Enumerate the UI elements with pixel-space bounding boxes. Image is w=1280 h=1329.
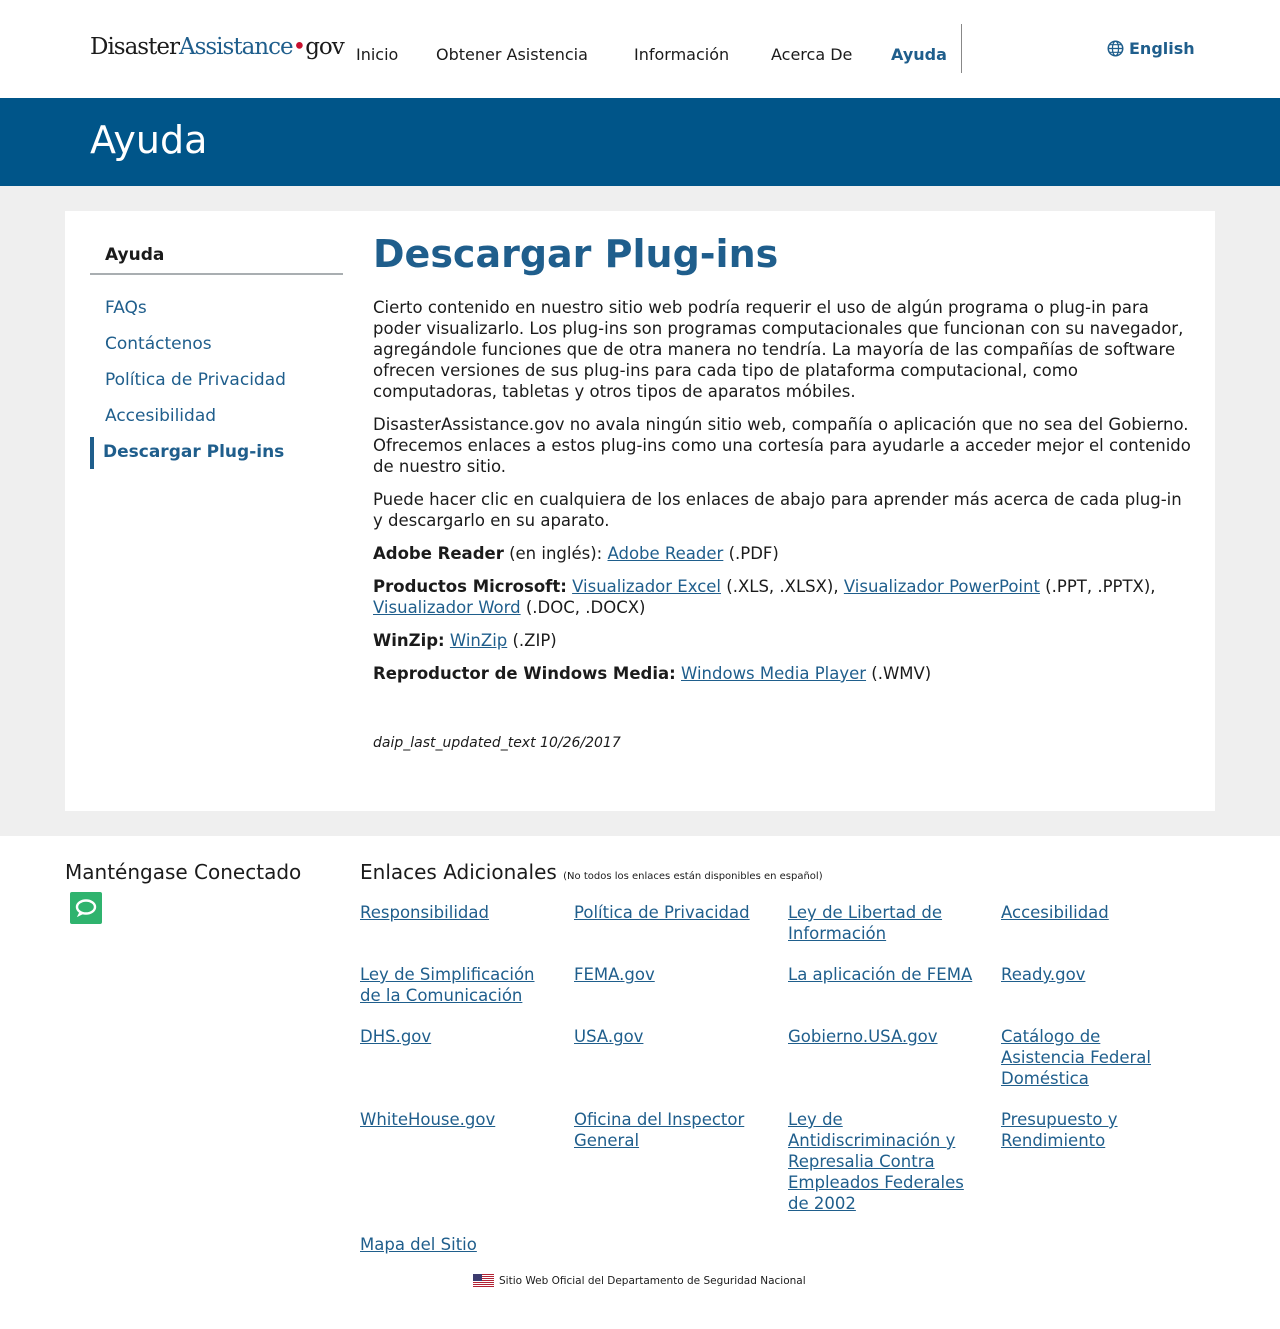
plugin-adobe: Adobe Reader (en inglés): Adobe Reader (… (373, 543, 1193, 564)
footer-connected-title: Manténgase Conectado (65, 860, 302, 884)
footer-link-fema-app[interactable]: La aplicación de FEMA (788, 964, 988, 985)
winzip-link[interactable]: WinZip (450, 631, 507, 650)
sidebar-divider (90, 273, 343, 275)
adobe-reader-link[interactable]: Adobe Reader (607, 544, 723, 563)
footer-links-title: Enlaces Adicionales (No todos los enlace… (360, 860, 823, 884)
disclaimer-paragraph: DisasterAssistance.gov no avala ningún s… (373, 415, 1191, 476)
footer-link-accesibilidad[interactable]: Accesibilidad (1001, 902, 1191, 923)
plugin-adobe-label: Adobe Reader (373, 544, 504, 563)
language-toggle[interactable]: English (1107, 39, 1195, 58)
winzip-ext: (.ZIP) (507, 631, 557, 650)
sidebar-item-faqs[interactable]: FAQs (105, 298, 147, 318)
logo-text-assistance: Assistance (178, 34, 294, 60)
word-ext: (.DOC, .DOCX) (520, 598, 646, 617)
word-viewer-link[interactable]: Visualizador Word (373, 598, 521, 617)
footer-link-presupuesto[interactable]: Presupuesto y Rendimiento (1001, 1109, 1151, 1151)
logo-text-gov: gov (305, 34, 345, 60)
footer-link-whitehouse[interactable]: WhiteHouse.gov (360, 1109, 550, 1130)
sidebar-title: Ayuda (105, 245, 165, 265)
footer-link-dhs[interactable]: DHS.gov (360, 1026, 550, 1047)
footer-links-heading: Enlaces Adicionales (360, 860, 557, 884)
footer-link-inspector-general[interactable]: Oficina del Inspector General (574, 1109, 764, 1151)
footer-link-plain-writing[interactable]: Ley de Simplificación de la Comunicación (360, 964, 550, 1006)
plugin-microsoft: Productos Microsoft: Visualizador Excel … (373, 576, 1193, 618)
official-site-notice: Sitio Web Oficial del Departamento de Se… (473, 1274, 806, 1287)
chat-bubble-icon (75, 899, 97, 918)
sidebar-item-descargar-plugins[interactable]: Descargar Plug-ins (103, 442, 284, 462)
plugin-adobe-note: (en inglés): (503, 544, 603, 563)
footer-link-responsibilidad[interactable]: Responsibilidad (360, 902, 550, 923)
footer-link-catalogo[interactable]: Catálogo de Asistencia Federal Doméstica (1001, 1026, 1166, 1089)
language-label: English (1129, 39, 1195, 58)
nav-inicio[interactable]: Inicio (356, 45, 398, 64)
globe-icon (1107, 40, 1124, 57)
sidebar-active-indicator (90, 437, 94, 469)
powerpoint-viewer-link[interactable]: Visualizador PowerPoint (844, 577, 1040, 596)
nav-acerca-de[interactable]: Acerca De (771, 45, 852, 64)
plugin-adobe-ext: (.PDF) (723, 544, 779, 563)
us-flag-icon (473, 1274, 494, 1287)
footer-link-foia[interactable]: Ley de Libertad de Información (788, 902, 968, 944)
logo-text-disaster: Disaster (90, 34, 180, 60)
nav-divider (961, 24, 962, 73)
plugin-winzip-label: WinZip: (373, 631, 445, 650)
nav-informacion[interactable]: Información (634, 45, 729, 64)
plugin-wmp: Reproductor de Windows Media: Windows Me… (373, 663, 1193, 684)
intro-paragraph: Cierto contenido en nuestro sitio web po… (373, 298, 1184, 401)
site-header: DisasterAssistance•gov Inicio Obtener As… (0, 0, 1280, 98)
nav-ayuda[interactable]: Ayuda (891, 45, 947, 64)
excel-ext: (.XLS, .XLSX), (721, 577, 844, 596)
chat-button[interactable] (70, 892, 102, 924)
last-updated: daip_last_updated_text 10/26/2017 (373, 735, 621, 751)
plugin-microsoft-label: Productos Microsoft: (373, 577, 567, 596)
plugin-winzip: WinZip: WinZip (.ZIP) (373, 630, 1193, 651)
wmp-ext: (.WMV) (866, 664, 932, 683)
footer-link-gobierno-usa[interactable]: Gobierno.USA.gov (788, 1026, 978, 1047)
footer-link-no-fear-act[interactable]: Ley de Antidiscriminación y Represalia C… (788, 1109, 968, 1214)
banner-title: Ayuda (90, 118, 208, 162)
instructions-paragraph: Puede hacer clic en cualquiera de los en… (373, 490, 1182, 530)
windows-media-player-link[interactable]: Windows Media Player (681, 664, 866, 683)
site-logo[interactable]: DisasterAssistance•gov (90, 34, 345, 60)
nav-obtener-asistencia[interactable]: Obtener Asistencia (436, 45, 588, 64)
footer-link-privacidad[interactable]: Política de Privacidad (574, 902, 764, 923)
footer-link-fema[interactable]: FEMA.gov (574, 964, 764, 985)
page-title: Descargar Plug-ins (373, 232, 779, 276)
sidebar-item-contactenos[interactable]: Contáctenos (105, 334, 212, 354)
excel-viewer-link[interactable]: Visualizador Excel (572, 577, 721, 596)
footer-link-mapa-sitio[interactable]: Mapa del Sitio (360, 1234, 550, 1255)
sidebar-item-accesibilidad[interactable]: Accesibilidad (105, 406, 216, 426)
powerpoint-ext: (.PPT, .PPTX), (1039, 577, 1156, 596)
official-site-text: Sitio Web Oficial del Departamento de Se… (499, 1274, 806, 1287)
plugin-wmp-label: Reproductor de Windows Media: (373, 664, 676, 683)
sidebar-item-privacidad[interactable]: Política de Privacidad (105, 370, 286, 390)
logo-dot: • (292, 34, 307, 60)
footer-link-usa[interactable]: USA.gov (574, 1026, 764, 1047)
footer-links-note: (No todos los enlaces están disponibles … (563, 871, 823, 882)
page-banner: Ayuda (0, 98, 1280, 186)
footer-link-ready[interactable]: Ready.gov (1001, 964, 1191, 985)
